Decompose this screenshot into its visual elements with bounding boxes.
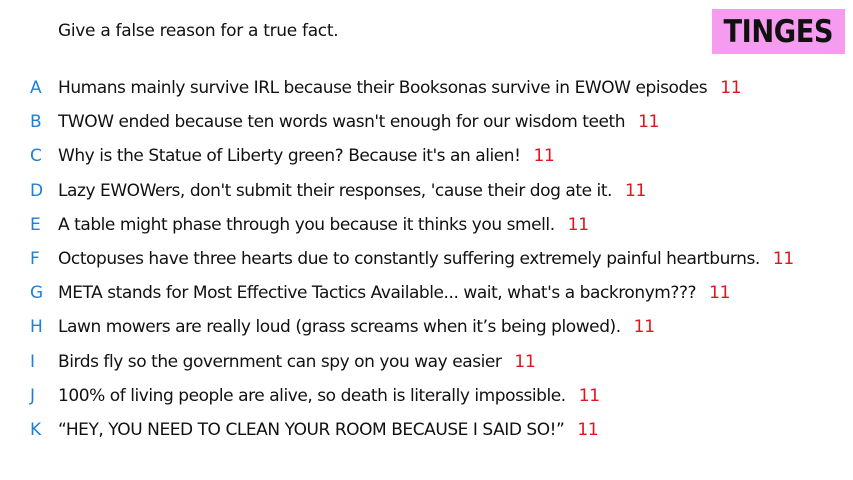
response-letter: A [30,78,42,99]
response-body: Octopuses have three hearts due to const… [58,249,760,270]
response-row: C Why is the Statue of Liberty green? Be… [0,139,853,173]
response-text: Birds fly so the government can spy on y… [58,351,536,372]
response-body: 100% of living people are alive, so deat… [58,385,566,406]
response-row: H Lawn mowers are really loud (grass scr… [0,310,853,344]
response-letter: E [30,214,41,235]
response-body: Lawn mowers are really loud (grass screa… [58,317,621,338]
response-row: I Birds fly so the government can spy on… [0,345,853,379]
tag-badge: TINGES [712,9,845,54]
response-score: 11 [772,249,794,270]
response-row: D Lazy EWOWers, don't submit their respo… [0,174,853,208]
response-letter: G [30,283,43,304]
response-letter: F [30,249,40,270]
response-letter: K [30,419,41,440]
response-letter: C [30,146,42,167]
response-list: A Humans mainly survive IRL because thei… [0,71,853,447]
response-text: Octopuses have three hearts due to const… [58,249,794,269]
response-row: G META stands for Most Effective Tactics… [0,276,853,310]
response-text: Lazy EWOWers, don't submit their respons… [58,181,646,201]
response-score: 11 [720,78,742,99]
response-letter: H [30,317,43,338]
response-letter: I [30,351,35,372]
response-row: A Humans mainly survive IRL because thei… [0,71,853,105]
response-score: 11 [514,351,536,372]
response-body: A table might phase through you because … [58,214,555,235]
response-body: “HEY, YOU NEED TO CLEAN YOUR ROOM BECAUS… [58,419,565,440]
response-body: Why is the Statue of Liberty green? Beca… [58,146,521,167]
response-body: TWOW ended because ten words wasn't enou… [58,112,626,133]
response-score: 11 [533,146,555,167]
response-score: 11 [709,283,731,304]
prompt-text: Give a false reason for a true fact. [58,21,339,41]
response-letter: J [30,385,35,406]
response-text: Lawn mowers are really loud (grass screa… [58,317,655,337]
response-row: B TWOW ended because ten words wasn't en… [0,105,853,139]
response-body: Birds fly so the government can spy on y… [58,351,502,372]
response-row: J 100% of living people are alive, so de… [0,379,853,413]
response-score: 11 [567,214,589,235]
response-letter: B [30,112,42,133]
response-row: K “HEY, YOU NEED TO CLEAN YOUR ROOM BECA… [0,413,853,447]
response-score: 11 [633,317,655,338]
response-score: 11 [638,112,660,133]
response-text: TWOW ended because ten words wasn't enou… [58,112,659,132]
response-score: 11 [624,180,647,201]
response-body: META stands for Most Effective Tactics A… [58,283,697,304]
response-body: Humans mainly survive IRL because their … [58,78,708,99]
response-row: E A table might phase through you becaus… [0,208,853,242]
response-text: META stands for Most Effective Tactics A… [58,283,730,303]
response-text: Humans mainly survive IRL because their … [58,78,742,99]
response-score: 11 [578,385,600,406]
response-text: 100% of living people are alive, so deat… [58,386,600,406]
response-text: Why is the Statue of Liberty green? Beca… [58,146,555,166]
response-row: F Octopuses have three hearts due to con… [0,242,853,276]
response-body: Lazy EWOWers, don't submit their respons… [58,180,612,201]
response-score: 11 [577,419,599,440]
response-letter: D [30,180,43,201]
tag-label: TINGES [723,13,834,50]
response-text: “HEY, YOU NEED TO CLEAN YOUR ROOM BECAUS… [58,419,599,440]
response-text: A table might phase through you because … [58,215,589,235]
